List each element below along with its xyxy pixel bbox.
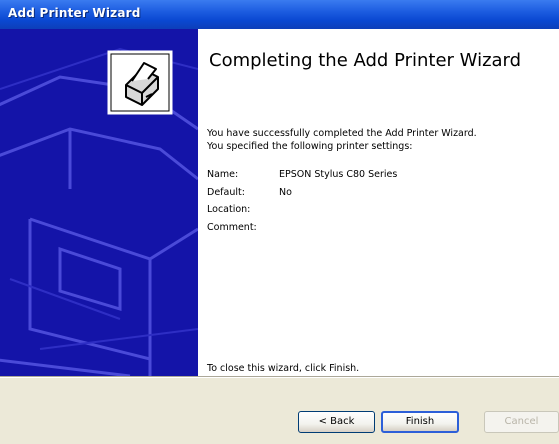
wizard-heading: Completing the Add Printer Wizard xyxy=(209,50,522,71)
setting-label: Location: xyxy=(207,204,251,215)
wizard-side-panel xyxy=(0,29,198,376)
cancel-button[interactable]: Cancel xyxy=(484,411,559,433)
setting-label: Default: xyxy=(207,186,245,198)
setting-row-location: Location: xyxy=(207,204,547,222)
wizard-content: Completing the Add Printer Wizard You ha… xyxy=(198,29,559,376)
setting-row-comment: Comment: xyxy=(207,222,547,240)
printer-settings-list: Name: EPSON Stylus C80 Series Default: N… xyxy=(207,169,547,239)
window-title: Add Printer Wizard xyxy=(8,6,141,20)
finish-button[interactable]: Finish xyxy=(381,411,459,433)
success-message: You have successfully completed the Add … xyxy=(207,128,477,139)
printer-watermark-icon xyxy=(0,47,198,376)
back-button[interactable]: < Back xyxy=(298,411,375,433)
closing-instruction: To close this wizard, click Finish. xyxy=(207,363,360,374)
setting-row-name: Name: EPSON Stylus C80 Series xyxy=(207,169,547,187)
wizard-footer: < Back Finish Cancel xyxy=(0,378,559,444)
completion-message: You have successfully completed the Add … xyxy=(207,127,547,153)
add-printer-wizard-window: Add Printer Wizard Completing the Add Pr… xyxy=(0,0,559,444)
setting-row-default: Default: No xyxy=(207,187,547,205)
title-bar[interactable]: Add Printer Wizard xyxy=(0,0,559,29)
settings-intro: You specified the following printer sett… xyxy=(207,141,413,152)
setting-label: Comment: xyxy=(207,221,257,233)
setting-value: EPSON Stylus C80 Series xyxy=(279,169,398,180)
setting-label: Name: xyxy=(207,169,239,180)
setting-value: No xyxy=(279,186,292,198)
